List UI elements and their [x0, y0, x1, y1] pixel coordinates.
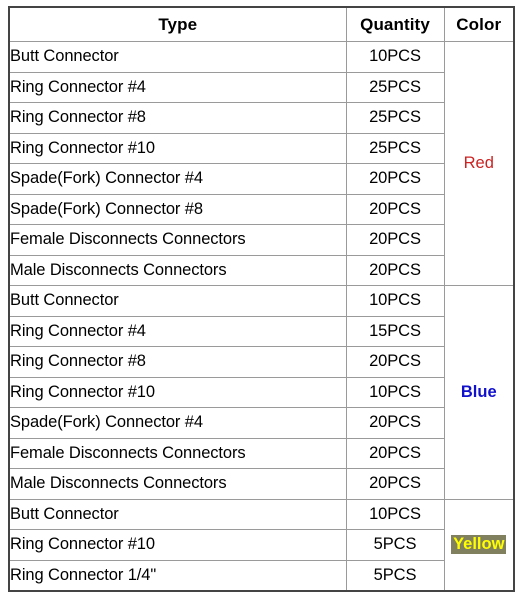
- cell-type: Ring Connector #8: [8, 102, 347, 134]
- table-row: Butt Connector 10PCS Yellow: [8, 498, 515, 592]
- cell-color-blue: Blue: [443, 285, 515, 500]
- column-header-type: Type: [8, 6, 347, 42]
- cell-type: Female Disconnects Connectors: [8, 437, 347, 469]
- cell-type: Spade(Fork) Connector #4: [8, 407, 347, 439]
- table-row: Ring Connector #4 15PCS: [8, 315, 514, 347]
- table-row: Female Disconnects Connectors 20PCS: [8, 437, 514, 469]
- cell-quantity: 10PCS: [345, 498, 445, 530]
- table-header: Type Quantity Color: [8, 6, 515, 42]
- table-row: Male Disconnects Connectors 20PCS: [8, 468, 514, 500]
- cell-quantity: 25PCS: [345, 71, 445, 103]
- table-row: Ring Connector 1/4" 5PCS: [8, 559, 514, 592]
- cell-type: Ring Connector #10: [8, 132, 347, 164]
- cell-type: Butt Connector: [8, 41, 347, 73]
- cell-quantity: 25PCS: [345, 132, 445, 164]
- column-header-color: Color: [443, 6, 515, 42]
- cell-type: Female Disconnects Connectors: [8, 224, 347, 256]
- table-row: Ring Connector #10 25PCS: [8, 132, 514, 164]
- cell-type: Male Disconnects Connectors: [8, 468, 347, 500]
- cell-type: Butt Connector: [8, 285, 347, 317]
- cell-type: Ring Connector 1/4": [8, 559, 347, 592]
- cell-quantity: 20PCS: [345, 346, 445, 378]
- table-row: Spade(Fork) Connector #4 20PCS: [8, 407, 514, 439]
- cell-quantity: 20PCS: [345, 468, 445, 500]
- color-label: Red: [463, 154, 494, 172]
- cell-quantity: 20PCS: [345, 193, 445, 225]
- color-label: Blue: [460, 382, 497, 401]
- cell-type: Ring Connector #10: [8, 529, 347, 561]
- cell-type: Ring Connector #4: [8, 315, 347, 347]
- cell-color-yellow: Yellow: [443, 498, 515, 592]
- table-header-row: Type Quantity Color: [8, 6, 515, 42]
- table-row: Butt Connector 10PCS Red: [8, 41, 515, 286]
- table-row: Female Disconnects Connectors 20PCS: [8, 224, 514, 256]
- cell-quantity: 20PCS: [345, 407, 445, 439]
- cell-quantity: 10PCS: [345, 376, 445, 408]
- table-row: Male Disconnects Connectors 20PCS: [8, 254, 514, 286]
- cell-quantity: 10PCS: [345, 41, 445, 73]
- color-label: Yellow: [451, 535, 507, 555]
- cell-quantity: 10PCS: [345, 285, 445, 317]
- table-row: Butt Connector 10PCS Blue: [8, 285, 515, 500]
- cell-quantity: 20PCS: [345, 224, 445, 256]
- cell-quantity: 20PCS: [345, 254, 445, 286]
- table-row: Ring Connector #8 25PCS: [8, 102, 514, 134]
- cell-quantity: 5PCS: [345, 559, 445, 592]
- cell-type: Spade(Fork) Connector #8: [8, 193, 347, 225]
- cell-type: Male Disconnects Connectors: [8, 254, 347, 286]
- table-body: Butt Connector 10PCS Red Ring Connector #4 2…: [8, 41, 515, 592]
- table-row: Ring Connector #10 5PCS: [8, 529, 514, 561]
- cell-quantity: 25PCS: [345, 102, 445, 134]
- connector-kit-table: Type Quantity Color Butt Connector 10PCS R…: [8, 6, 515, 592]
- table-row: Spade(Fork) Connector #4 20PCS: [8, 163, 514, 195]
- cell-color-red: Red: [443, 41, 515, 286]
- cell-quantity: 15PCS: [345, 315, 445, 347]
- cell-type: Ring Connector #10: [8, 376, 347, 408]
- table-row: Spade(Fork) Connector #8 20PCS: [8, 193, 514, 225]
- table-row: Ring Connector #10 10PCS: [8, 376, 514, 408]
- cell-type: Spade(Fork) Connector #4: [8, 163, 347, 195]
- column-header-quantity: Quantity: [345, 6, 445, 42]
- cell-quantity: 20PCS: [345, 163, 445, 195]
- connector-kit-table-container: Type Quantity Color Butt Connector 10PCS R…: [8, 6, 515, 592]
- cell-type: Ring Connector #4: [8, 71, 347, 103]
- cell-type: Butt Connector: [8, 498, 347, 530]
- cell-quantity: 20PCS: [345, 437, 445, 469]
- cell-quantity: 5PCS: [345, 529, 445, 561]
- table-row: Ring Connector #4 25PCS: [8, 71, 514, 103]
- cell-type: Ring Connector #8: [8, 346, 347, 378]
- table-row: Ring Connector #8 20PCS: [8, 346, 514, 378]
